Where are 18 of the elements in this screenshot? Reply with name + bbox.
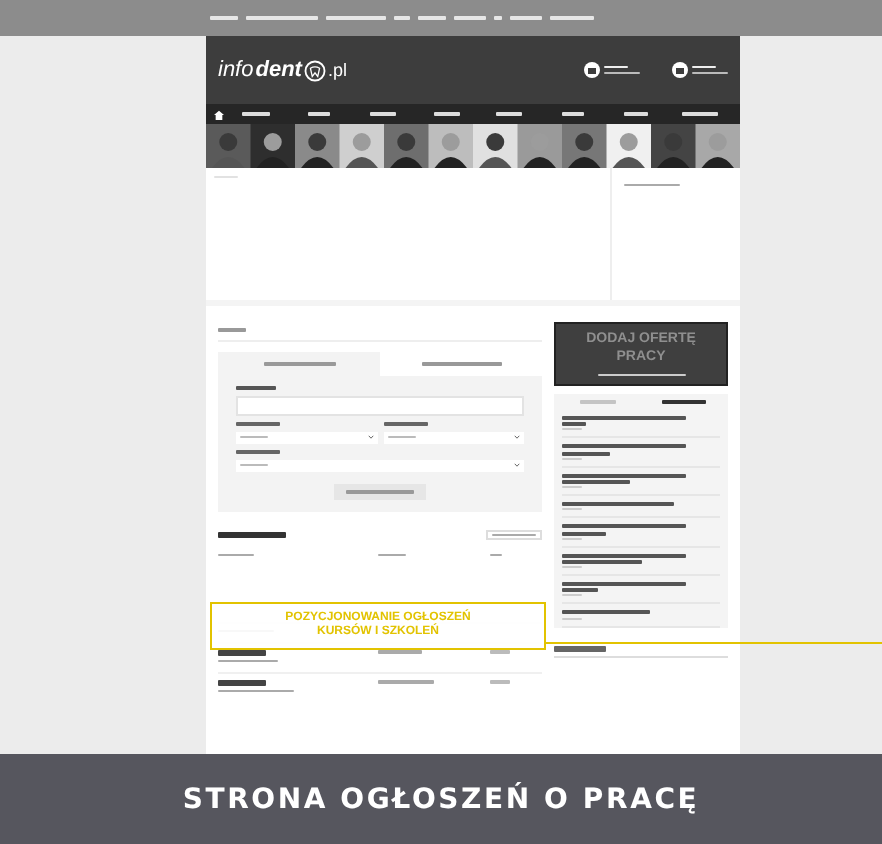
site-logo[interactable]: infodent .pl <box>218 58 347 82</box>
select-field[interactable] <box>236 459 524 471</box>
caption: STRONA OGŁOSZEŃ O PRACĘ <box>182 783 700 815</box>
home-icon[interactable] <box>214 109 224 119</box>
blurred-text <box>554 645 606 652</box>
caret-icon <box>367 434 373 440</box>
sort-button[interactable] <box>486 529 542 540</box>
blurred-text <box>218 650 266 656</box>
select-field[interactable] <box>236 431 377 443</box>
select-field[interactable] <box>383 431 524 443</box>
caret-icon <box>514 462 520 468</box>
caret-icon <box>514 434 520 440</box>
blurred-text <box>218 531 286 538</box>
blurred-text <box>218 680 266 686</box>
input-field[interactable] <box>236 395 524 415</box>
tooth-icon <box>303 59 326 81</box>
search-button[interactable] <box>334 483 426 499</box>
search-tab[interactable] <box>218 351 380 375</box>
